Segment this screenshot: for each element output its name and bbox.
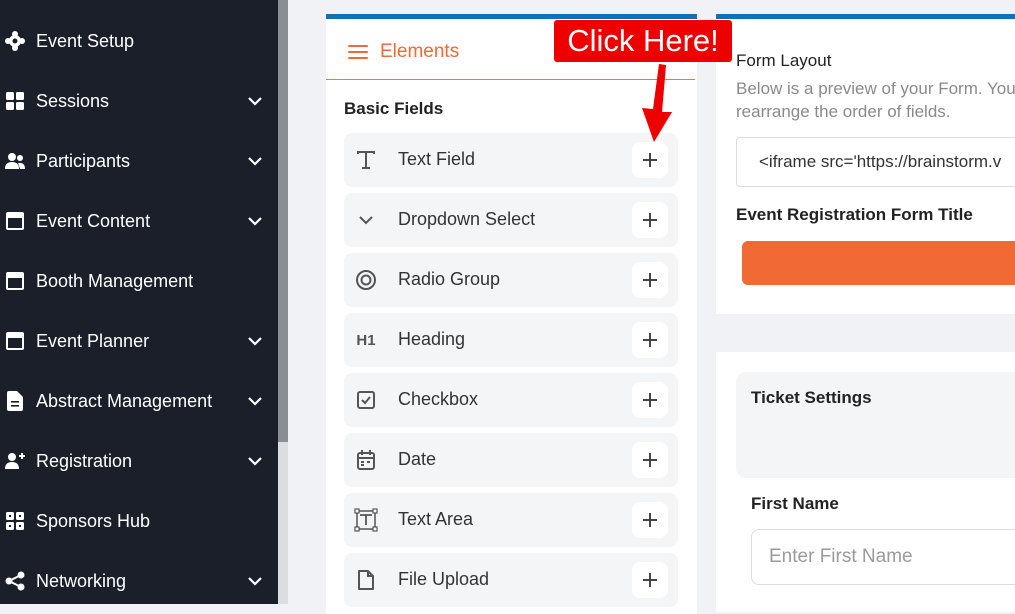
gear-icon [5, 31, 25, 51]
first-name-label: First Name [751, 494, 839, 513]
window-icon [5, 271, 25, 291]
sidebar-item-label: Registration [36, 450, 133, 471]
plus-icon [643, 393, 657, 407]
field-label: Text Field [398, 149, 476, 169]
field-label: File Upload [398, 569, 490, 589]
field-label: Text Area [398, 509, 474, 529]
plus-icon [643, 333, 657, 347]
field-item-checkbox[interactable]: Checkbox [344, 373, 678, 427]
field-item-date[interactable]: Date [344, 433, 678, 487]
sidebar: Event Setup Sessions Participants Event … [0, 0, 278, 604]
sidebar-item-label: Participants [36, 150, 131, 171]
field-item-file-upload[interactable]: File Upload [344, 553, 678, 607]
arrow-down-icon [642, 64, 672, 142]
panel-title: Elements [380, 41, 460, 62]
field-label: Date [398, 449, 437, 469]
plus-icon [643, 453, 657, 467]
sidebar-item-networking[interactable]: Networking [0, 551, 278, 611]
sidebar-item-sessions[interactable]: Sessions [0, 71, 278, 131]
add-field-button[interactable] [632, 562, 668, 598]
sidebar-item-sponsors-hub[interactable]: Sponsors Hub [0, 491, 278, 551]
checkbox-icon [354, 388, 378, 412]
chevron-down-icon[interactable] [246, 335, 264, 347]
embed-code-field[interactable]: <iframe src='https://brainstorm.v [736, 137, 1015, 187]
plus-icon [643, 153, 657, 167]
grid-icon [5, 91, 25, 111]
users-icon [5, 151, 25, 171]
form-layout-description: Below is a preview of your Form. You rea… [736, 77, 1015, 123]
window-icon [5, 331, 25, 351]
plus-icon [643, 573, 657, 587]
click-here-callout: Click Here! [554, 20, 732, 62]
field-label: Heading [398, 329, 466, 349]
sidebar-item-event-setup[interactable]: Event Setup [0, 11, 278, 71]
calendar-icon [354, 448, 378, 472]
add-field-button[interactable] [632, 502, 668, 538]
section-title: Basic Fields [344, 99, 444, 118]
user-plus-icon [5, 451, 25, 471]
description-line: Below is a preview of your Form. You [736, 79, 1015, 98]
plus-icon [643, 213, 657, 227]
sidebar-item-abstract-management[interactable]: Abstract Management [0, 371, 278, 431]
heading-icon: H1 [356, 331, 376, 349]
ticket-card: Ticket Settings First Name [716, 352, 1015, 612]
grid-icon [5, 511, 25, 531]
text-t-icon [354, 148, 378, 172]
add-field-button[interactable] [632, 202, 668, 238]
chevron-down-icon[interactable] [246, 155, 264, 167]
form-layout-card: Form Layout Below is a preview of your F… [716, 14, 1015, 314]
sidebar-scrollbar-thumb[interactable] [278, 0, 288, 442]
sidebar-item-label: Event Content [36, 210, 151, 231]
share-icon [5, 571, 25, 591]
window-icon [5, 211, 25, 231]
add-field-button[interactable] [632, 382, 668, 418]
sidebar-item-event-content[interactable]: Event Content [0, 191, 278, 251]
field-item-text-area[interactable]: Text Area [344, 493, 678, 547]
text-area-icon [354, 508, 378, 532]
sidebar-item-booth-management[interactable]: Booth Management [0, 251, 278, 311]
sidebar-item-label: Event Setup [36, 30, 135, 51]
field-item-heading[interactable]: H1 Heading [344, 313, 678, 367]
sidebar-item-label: Networking [36, 570, 127, 591]
field-item-dropdown-select[interactable]: Dropdown Select [344, 193, 678, 247]
description-line: rearrange the order of fields. [736, 102, 951, 121]
form-layout-title: Form Layout [736, 51, 832, 70]
first-name-input[interactable] [751, 529, 1015, 585]
menu-icon[interactable] [348, 45, 368, 59]
form-title-label: Event Registration Form Title [736, 205, 973, 224]
sidebar-item-registration[interactable]: Registration [0, 431, 278, 491]
chevron-down-icon[interactable] [246, 215, 264, 227]
ticket-settings-title: Ticket Settings [751, 388, 872, 407]
chevron-down-icon[interactable] [246, 95, 264, 107]
field-label: Checkbox [398, 389, 479, 409]
field-label: Radio Group [398, 269, 501, 289]
sidebar-item-label: Event Planner [36, 330, 150, 351]
plus-icon [643, 273, 657, 287]
plus-icon [643, 513, 657, 527]
field-label: Dropdown Select [398, 209, 536, 229]
chevron-down-icon[interactable] [246, 395, 264, 407]
embed-code-text: <iframe src='https://brainstorm.v [759, 152, 1002, 171]
sidebar-item-participants[interactable]: Participants [0, 131, 278, 191]
sidebar-item-label: Sessions [36, 90, 110, 111]
file-icon [354, 568, 378, 592]
add-field-button[interactable] [632, 322, 668, 358]
field-item-radio-group[interactable]: Radio Group [344, 253, 678, 307]
ticket-settings-box[interactable]: Ticket Settings [736, 372, 1015, 478]
sidebar-item-label: Abstract Management [36, 390, 213, 411]
chevron-down-icon[interactable] [246, 575, 264, 587]
add-field-button[interactable] [632, 262, 668, 298]
radio-icon [354, 268, 378, 292]
document-icon [5, 391, 25, 411]
add-field-button[interactable] [632, 142, 668, 178]
add-field-button[interactable] [632, 442, 668, 478]
form-title-banner[interactable] [742, 241, 1015, 285]
sidebar-item-event-planner[interactable]: Event Planner [0, 311, 278, 371]
sidebar-item-label: Sponsors Hub [36, 510, 151, 531]
sidebar-item-label: Booth Management [36, 270, 194, 291]
chevron-down-icon[interactable] [246, 455, 264, 467]
chevron-down-icon [354, 208, 378, 232]
field-item-text-field[interactable]: Text Field [344, 133, 678, 187]
